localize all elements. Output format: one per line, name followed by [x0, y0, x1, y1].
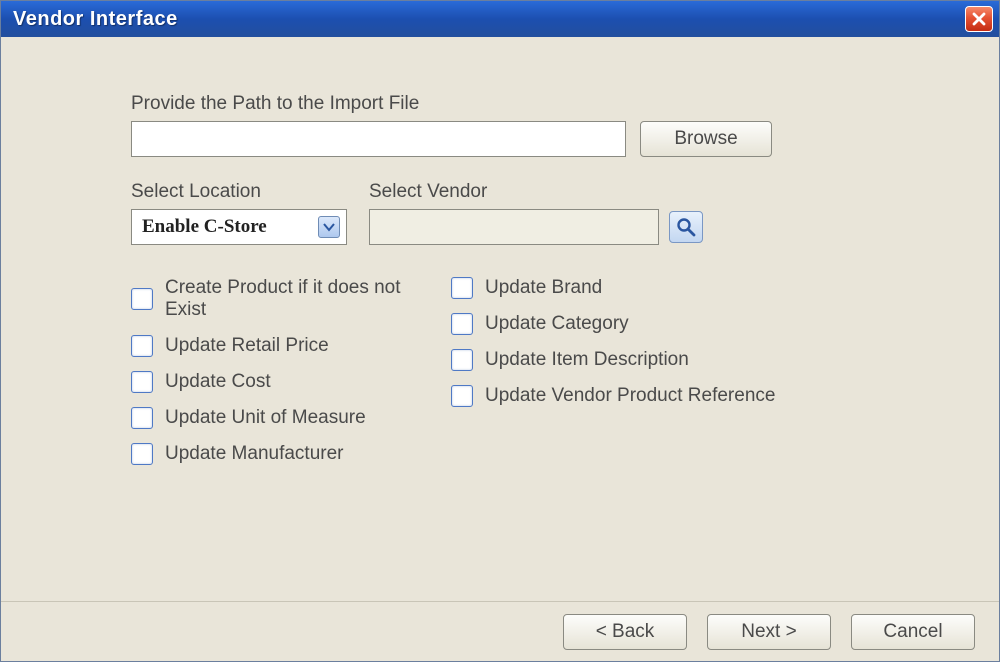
- close-button[interactable]: [965, 6, 993, 32]
- search-icon: [676, 217, 696, 237]
- wizard-footer: < Back Next > Cancel: [1, 601, 999, 661]
- browse-button[interactable]: Browse: [640, 121, 772, 157]
- window-title: Vendor Interface: [13, 8, 178, 31]
- vendor-input[interactable]: [369, 209, 659, 245]
- check-update-brand: Update Brand: [451, 277, 775, 299]
- check-update-retail-price: Update Retail Price: [131, 335, 441, 357]
- next-button[interactable]: Next >: [707, 614, 831, 650]
- checkbox[interactable]: [451, 277, 473, 299]
- back-button[interactable]: < Back: [563, 614, 687, 650]
- close-icon: [972, 12, 986, 26]
- check-update-manufacturer: Update Manufacturer: [131, 443, 441, 465]
- location-select[interactable]: Enable C-Store: [131, 209, 347, 245]
- options-group: Create Product if it does not Exist Upda…: [131, 277, 949, 465]
- dialog-content: Provide the Path to the Import File Brow…: [1, 37, 999, 601]
- import-path-input[interactable]: [131, 121, 626, 157]
- vendor-interface-dialog: Vendor Interface Provide the Path to the…: [0, 0, 1000, 662]
- check-update-category: Update Category: [451, 313, 775, 335]
- checkbox[interactable]: [451, 385, 473, 407]
- checkbox[interactable]: [451, 313, 473, 335]
- select-vendor-label: Select Vendor: [369, 181, 703, 203]
- check-update-uom: Update Unit of Measure: [131, 407, 441, 429]
- chevron-down-icon: [318, 216, 340, 238]
- checkbox[interactable]: [131, 443, 153, 465]
- check-create-product: Create Product if it does not Exist: [131, 277, 441, 321]
- vendor-search-button[interactable]: [669, 211, 703, 243]
- checkbox[interactable]: [131, 335, 153, 357]
- checkbox[interactable]: [131, 288, 153, 310]
- check-update-cost: Update Cost: [131, 371, 441, 393]
- check-update-vendor-product-ref: Update Vendor Product Reference: [451, 385, 775, 407]
- checkbox[interactable]: [131, 407, 153, 429]
- import-path-label: Provide the Path to the Import File: [131, 93, 949, 115]
- checkbox[interactable]: [131, 371, 153, 393]
- select-location-label: Select Location: [131, 181, 347, 203]
- checkbox[interactable]: [451, 349, 473, 371]
- titlebar: Vendor Interface: [1, 1, 999, 37]
- location-select-value: Enable C-Store: [142, 216, 267, 238]
- check-update-item-description: Update Item Description: [451, 349, 775, 371]
- cancel-button[interactable]: Cancel: [851, 614, 975, 650]
